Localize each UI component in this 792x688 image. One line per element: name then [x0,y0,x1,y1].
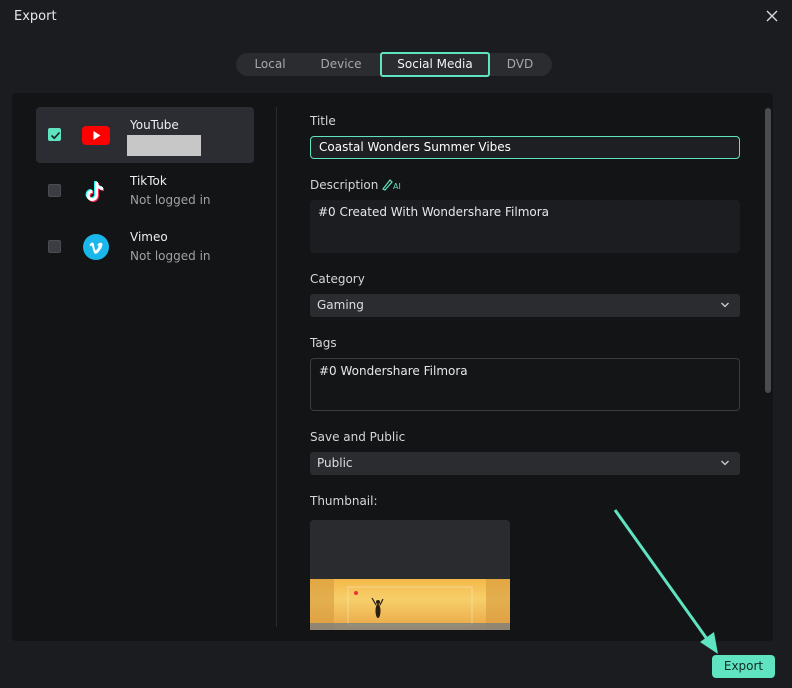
title-input[interactable]: Coastal Wonders Summer Vibes [310,136,740,159]
youtube-checkbox[interactable] [48,128,61,141]
vimeo-icon [83,234,109,260]
account-name-redacted [127,135,201,156]
platform-name: Vimeo [130,230,168,244]
window-title: Export [14,9,57,24]
tags-label: Tags [310,336,337,350]
tab-dvd[interactable]: DVD [490,53,550,76]
category-value: Gaming [317,298,364,312]
platform-status: Not logged in [130,249,211,263]
platform-list: YouTube TikTok Not logged in Vimeo Not l… [36,107,254,275]
thumbnail-preview[interactable] [310,520,510,630]
close-icon[interactable] [764,8,780,24]
export-tabs: Local Device Social Media DVD [236,52,552,77]
annotation-arrow [613,509,718,654]
vimeo-checkbox[interactable] [48,240,61,253]
tiktok-icon [85,181,104,202]
thumbnail-label: Thumbnail: [310,494,378,508]
description-input[interactable]: #0 Created With Wondershare Filmora [310,200,740,253]
tab-device[interactable]: Device [304,53,378,76]
platform-name: TikTok [130,174,167,188]
thumbnail-image [310,579,510,630]
platform-status: Not logged in [130,193,211,207]
category-select[interactable]: Gaming [310,294,740,317]
privacy-select[interactable]: Public [310,452,740,475]
beach-scene-image [310,579,510,630]
platform-name: YouTube [130,118,179,132]
scrollbar[interactable] [765,108,771,393]
divider [276,107,277,627]
privacy-value: Public [317,456,353,470]
ai-write-icon[interactable]: AI [382,177,402,191]
chevron-down-icon [721,460,729,466]
description-label: Description [310,178,379,192]
check-icon [50,131,61,140]
category-label: Category [310,272,365,286]
platform-youtube[interactable]: YouTube [36,107,254,163]
svg-text:AI: AI [393,182,401,191]
export-button[interactable]: Export [712,655,775,678]
tiktok-checkbox[interactable] [48,184,61,197]
platform-tiktok[interactable]: TikTok Not logged in [36,163,254,219]
tab-social-media[interactable]: Social Media [380,52,490,77]
tags-input[interactable]: #0 Wondershare Filmora [310,358,740,411]
privacy-label: Save and Public [310,430,406,444]
youtube-icon [82,126,110,145]
title-label: Title [310,114,336,128]
platform-vimeo[interactable]: Vimeo Not logged in [36,219,254,275]
tab-local[interactable]: Local [236,53,304,76]
chevron-down-icon [721,302,729,308]
